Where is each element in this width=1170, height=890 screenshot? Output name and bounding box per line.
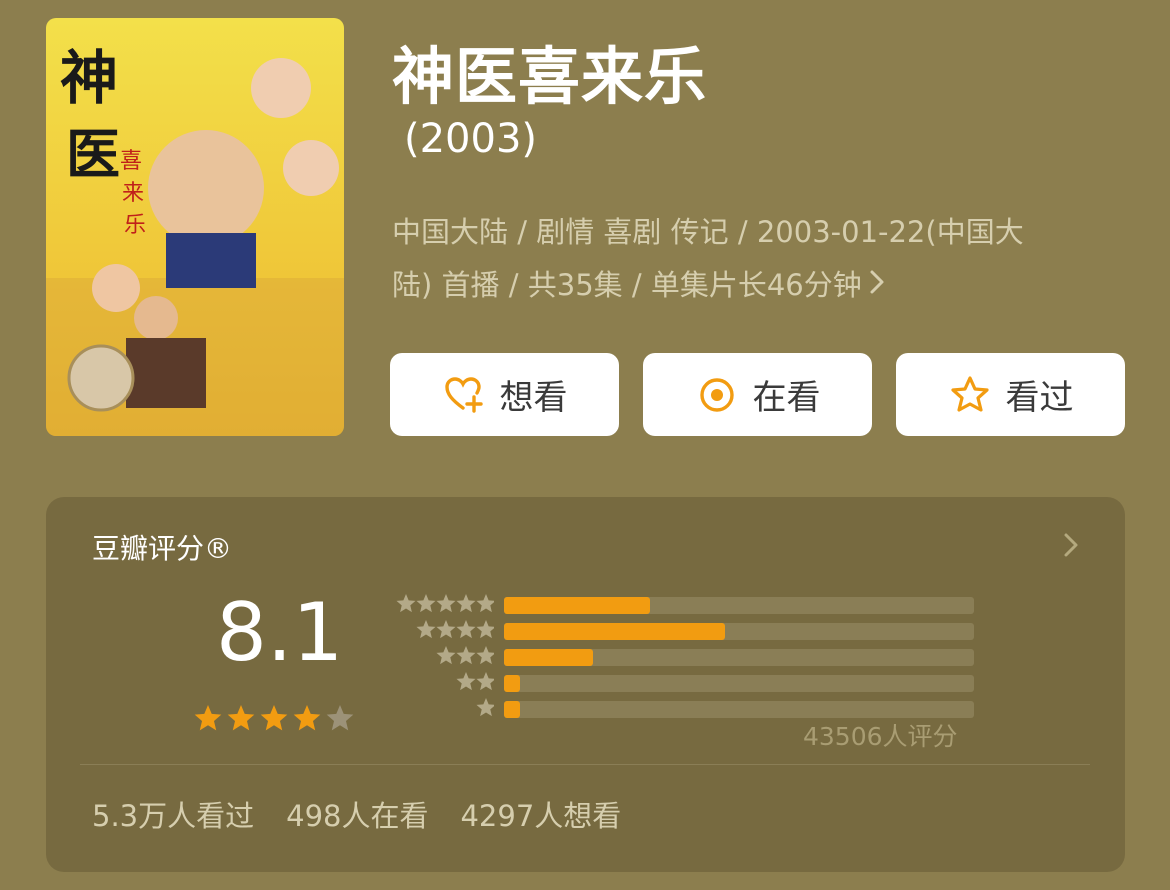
rating-bar-fill [504,701,520,718]
rating-bar-fill [504,675,520,692]
rating-bar-track [504,649,974,666]
rating-bar-fill [504,649,594,666]
svg-text:乐: 乐 [124,213,146,238]
star-filled-icon [227,705,255,731]
release-year: (2003) [404,116,538,162]
rating-histogram [384,593,978,723]
row-stars-icon [456,672,494,691]
rating-header: 豆瓣评分® [92,532,233,565]
meta-line-1: 中国大陆 / 剧情 喜剧 传记 / 2003-01-22(中国大 [392,215,1024,249]
target-circle-icon [695,373,739,417]
star-empty-icon [326,705,354,731]
svg-text:医: 医 [66,122,120,186]
divider [80,764,1090,765]
row-star-icon [476,646,494,665]
row-star-icon [456,594,476,613]
rating-row-5-star [384,593,978,615]
audience-stats: 5.3万人看过 498人在看 4297人想看 [92,793,653,835]
watching-button[interactable]: 在看 [643,353,872,436]
rating-bar-fill [504,623,725,640]
star-outline-icon [948,373,992,417]
chevron-right-icon[interactable] [1062,531,1080,563]
rating-row-2-star [384,671,978,693]
rating-score: 8.1 [216,586,344,679]
row-star-icon [436,594,456,613]
row-star-icon [476,620,494,639]
rating-row-3-star [384,645,978,667]
watched-count[interactable]: 5.3万人看过 [92,799,254,833]
watching-label: 在看 [752,378,821,418]
rating-card[interactable]: 豆瓣评分® 8.1 43506人评分 5.3万人看过 498人在看 4297人想看 [46,497,1125,872]
row-stars-icon [436,646,494,665]
rating-bar-track [504,597,974,614]
rating-stars [194,705,354,731]
row-star-icon [436,646,456,665]
row-star-icon [456,620,476,639]
row-stars-icon [476,698,494,717]
rating-bar-track [504,701,974,718]
watching-count[interactable]: 498人在看 [286,799,428,833]
rating-bar-fill [504,597,650,614]
star-filled-icon [194,705,222,731]
rating-bar-track [504,675,974,692]
star-filled-icon [260,705,288,731]
poster-image[interactable]: 神 医 喜 来 乐 [46,18,344,436]
row-star-icon [436,620,456,639]
chevron-right-icon[interactable] [868,259,886,312]
meta-info[interactable]: 中国大陆 / 剧情 喜剧 传记 / 2003-01-22(中国大 陆) 首播 /… [392,206,1112,312]
row-star-icon [416,594,436,613]
watched-button[interactable]: 看过 [896,353,1125,436]
want-count[interactable]: 4297人想看 [460,799,621,833]
heart-plus-icon [442,373,486,417]
row-star-icon [476,698,494,717]
row-star-icon [456,646,476,665]
svg-text:神: 神 [60,44,118,112]
want-to-watch-label: 想看 [499,378,568,418]
row-stars-icon [416,620,494,639]
row-star-icon [416,620,436,639]
want-to-watch-button[interactable]: 想看 [390,353,619,436]
row-star-icon [476,672,494,691]
star-filled-icon [293,705,321,731]
row-star-icon [456,672,476,691]
page-title: 神医喜来乐 [392,40,708,113]
row-star-icon [396,594,416,613]
meta-line-2: 陆) 首播 / 共35集 / 单集片长46分钟 [392,259,1112,312]
svg-text:喜: 喜 [120,149,142,174]
rating-row-4-star [384,619,978,641]
svg-text:来: 来 [122,181,144,206]
rating-bar-track [504,623,974,640]
watched-label: 看过 [1005,378,1074,418]
row-stars-icon [396,594,494,613]
rating-row-1-star [384,697,978,719]
row-star-icon [476,594,494,613]
rating-count: 43506人评分 [803,722,958,751]
